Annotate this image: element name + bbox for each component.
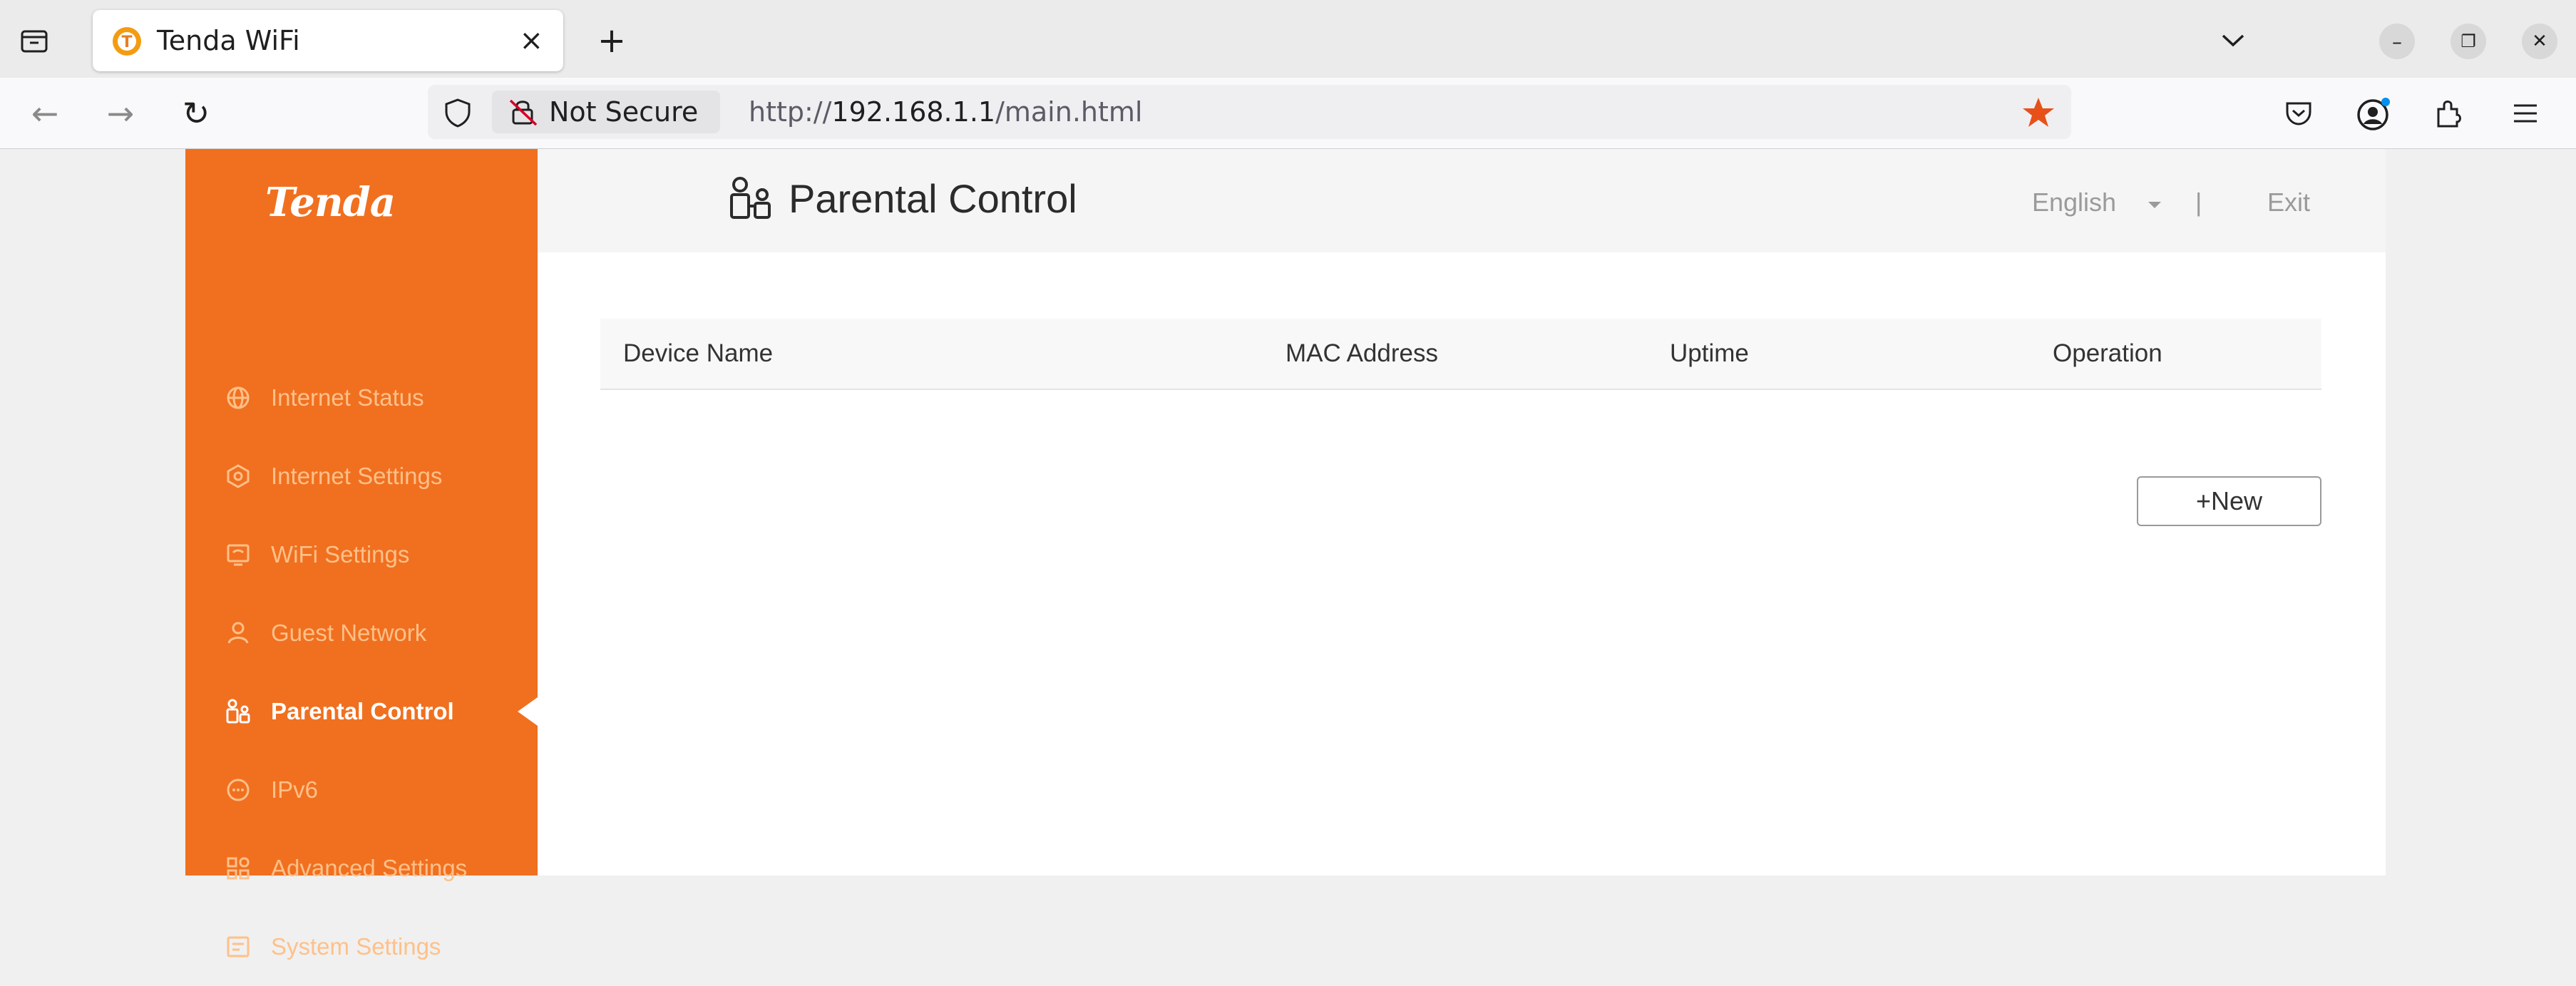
url-bar[interactable]: Not Secure http://192.168.1.1/main.html — [428, 85, 2071, 139]
tab-title: Tenda WiFi — [157, 25, 300, 56]
parental-icon — [226, 699, 250, 724]
sidebar-item-internet-status[interactable]: Internet Status — [185, 359, 538, 437]
main-content: Parental Control English | Exit Device N… — [538, 149, 2386, 875]
sidebar-item-label: System Settings — [271, 933, 441, 960]
parental-control-icon — [730, 177, 771, 219]
sidebar-item-parental-control[interactable]: Parental Control — [185, 672, 538, 751]
sidebar-item-label: WiFi Settings — [271, 541, 410, 568]
network-icon — [227, 464, 250, 488]
router-admin-page: Tenda Internet Status Internet Settings Wi… — [0, 149, 2576, 960]
list-all-tabs-icon[interactable] — [2212, 19, 2254, 61]
globe-icon — [227, 386, 250, 409]
tenda-logo: Tenda — [265, 179, 396, 226]
sidebar-item-wifi-settings[interactable]: WiFi Settings — [185, 515, 538, 594]
sidebar-item-advanced-settings[interactable]: Advanced Settings — [185, 829, 538, 908]
caret-down-icon[interactable] — [2147, 200, 2162, 210]
sidebar-item-internet-settings[interactable]: Internet Settings — [185, 437, 538, 515]
close-window-button[interactable]: ✕ — [2522, 24, 2557, 59]
page-title: Parental Control — [789, 176, 1077, 221]
security-label: Not Secure — [549, 96, 699, 128]
bookmark-star-icon[interactable] — [2021, 96, 2056, 129]
grid-icon — [227, 857, 250, 880]
account-icon[interactable] — [2353, 92, 2396, 135]
sidebar: Tenda Internet Status Internet Settings Wi… — [185, 149, 538, 960]
system-icon — [227, 936, 250, 957]
column-device-name: Device Name — [623, 339, 774, 367]
ipv6-icon — [227, 779, 250, 801]
restore-button[interactable]: ❐ — [2451, 24, 2486, 59]
extensions-icon[interactable] — [2430, 93, 2470, 133]
sidebar-item-label: IPv6 — [271, 776, 319, 803]
tenda-favicon-icon: T — [113, 27, 141, 56]
browser-tab[interactable]: T Tenda WiFi × — [93, 10, 563, 71]
insecure-lock-icon — [509, 99, 538, 126]
wifi-screen-icon — [227, 544, 250, 566]
exit-link[interactable]: Exit — [2267, 181, 2310, 224]
new-tab-button[interactable]: + — [589, 16, 635, 66]
sidebar-item-guest-network[interactable]: Guest Network — [185, 594, 538, 672]
menu-icon[interactable] — [2505, 93, 2545, 133]
tracking-protection-shield-icon[interactable] — [443, 98, 472, 128]
sidebar-item-ipv6[interactable]: IPv6 — [185, 751, 538, 829]
device-table-header: Device Name MAC Address Uptime Operation — [600, 319, 2321, 390]
security-indicator[interactable]: Not Secure — [492, 91, 720, 133]
sidebar-item-label: Internet Settings — [271, 463, 443, 489]
new-rule-button[interactable]: +New — [2137, 476, 2321, 526]
url-path: /main.html — [995, 96, 1143, 128]
tab-close-icon[interactable]: × — [519, 10, 543, 71]
back-button[interactable]: ← — [20, 92, 70, 135]
url-text[interactable]: http://192.168.1.1/main.html — [749, 85, 1142, 139]
sidebar-item-label: Advanced Settings — [271, 855, 468, 881]
svg-text:T: T — [121, 34, 132, 51]
sidebar-item-label: Parental Control — [271, 698, 454, 724]
minimize-button[interactable]: – — [2379, 24, 2415, 59]
sidebar-item-system-settings[interactable]: System Settings — [185, 908, 538, 986]
header-separator: | — [2195, 188, 2202, 217]
content-header: Parental Control English | Exit — [538, 149, 2386, 252]
guest-icon — [227, 622, 249, 644]
browser-navigation-bar: ← → ↻ Not Secure http://192.168.1.1/main… — [0, 78, 2576, 149]
firefox-view-icon[interactable] — [14, 21, 54, 61]
column-mac-address: MAC Address — [1286, 339, 1438, 367]
sidebar-item-label: Guest Network — [271, 620, 427, 646]
browser-tab-bar: T Tenda WiFi × + – ❐ ✕ — [0, 0, 2576, 78]
url-scheme: http:// — [749, 96, 832, 128]
url-host: 192.168.1.1 — [831, 96, 996, 128]
forward-button[interactable]: → — [96, 92, 145, 135]
active-item-pointer — [518, 697, 538, 726]
column-operation: Operation — [2053, 339, 2162, 367]
sidebar-item-label: Internet Status — [271, 384, 424, 411]
page-gutter — [2386, 149, 2576, 875]
reload-button[interactable]: ↻ — [171, 92, 221, 135]
pocket-icon[interactable] — [2279, 93, 2319, 133]
column-uptime: Uptime — [1670, 339, 1749, 367]
language-select[interactable]: English — [2032, 181, 2116, 224]
